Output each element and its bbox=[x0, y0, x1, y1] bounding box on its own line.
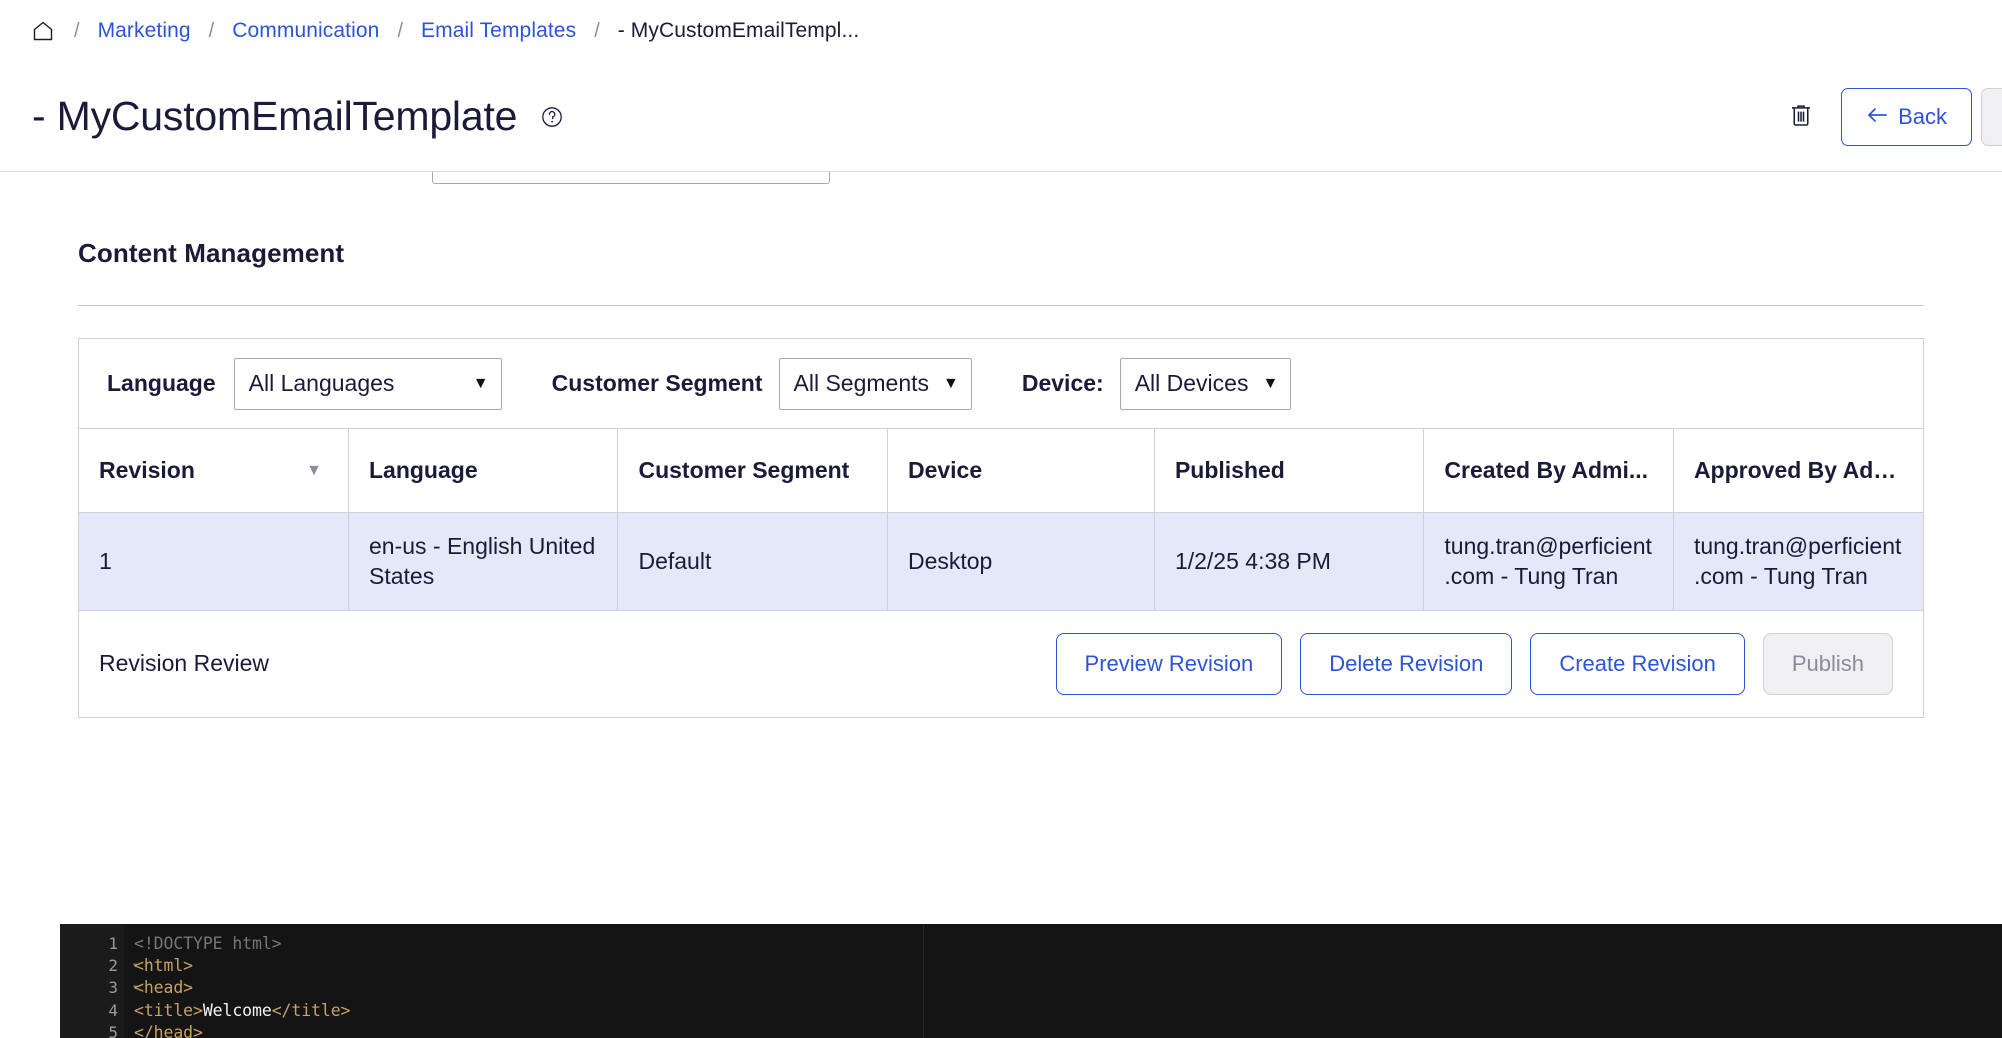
delete-button[interactable] bbox=[1781, 97, 1821, 137]
editor-code-line[interactable]: <!DOCTYPE html> bbox=[134, 932, 923, 954]
back-button-label: Back bbox=[1898, 103, 1947, 129]
delete-revision-button[interactable]: Delete Revision bbox=[1300, 632, 1513, 695]
customer-segment-select[interactable]: All Segments ▼ bbox=[778, 357, 972, 410]
revisions-panel: Language All Languages ▼ Customer Segmen… bbox=[78, 338, 1924, 718]
breadcrumb-separator-1: / bbox=[208, 19, 215, 42]
column-header-published[interactable]: Published bbox=[1154, 429, 1425, 513]
column-header-language[interactable]: Language bbox=[348, 429, 619, 513]
cell-approved-by: tung.tran@perficient.com - Tung Tran bbox=[1673, 512, 1923, 611]
device-select[interactable]: All Devices ▼ bbox=[1119, 357, 1292, 410]
revisions-table: Revision ▼ Language Customer Segment Dev… bbox=[79, 429, 1923, 611]
question-circle-icon[interactable] bbox=[539, 104, 565, 130]
header-actions: Back S bbox=[1781, 87, 2002, 146]
editor-line-number: 5 bbox=[108, 1023, 118, 1038]
language-select[interactable]: All Languages ▼ bbox=[233, 357, 502, 410]
chevron-down-icon: ▼ bbox=[472, 374, 489, 392]
editor-code-line[interactable]: <html> bbox=[134, 954, 923, 976]
code-token-tag: </title> bbox=[271, 1000, 351, 1020]
cell-customer-segment: Default bbox=[617, 512, 888, 611]
code-token-text: Welcome bbox=[202, 1000, 272, 1020]
code-token-tag: </head> bbox=[134, 1023, 203, 1038]
revision-review-bar: Revision Review Preview Revision Delete … bbox=[79, 610, 1923, 718]
editor-code-line[interactable]: </head> bbox=[134, 1022, 923, 1038]
language-select-value: All Languages bbox=[248, 370, 395, 396]
customer-segment-select-value: All Segments bbox=[793, 370, 930, 396]
code-token-tag: <title> bbox=[134, 1000, 203, 1020]
editor-code-line[interactable]: <head> bbox=[134, 977, 923, 999]
table-header-row: Revision ▼ Language Customer Segment Dev… bbox=[79, 429, 1923, 513]
cell-created-by: tung.tran@perficient.com - Tung Tran bbox=[1423, 512, 1674, 611]
table-row[interactable]: 1 en-us - English United States Default … bbox=[79, 512, 1923, 611]
breadcrumb-separator-3: / bbox=[594, 19, 600, 42]
breadcrumb-item-current: - MyCustomEmailTempl... bbox=[617, 19, 860, 42]
cell-revision: 1 bbox=[79, 512, 349, 611]
chevron-down-icon: ▼ bbox=[1262, 374, 1279, 392]
back-button[interactable]: Back bbox=[1841, 87, 1972, 146]
breadcrumb: / Marketing / Communication / Email Temp… bbox=[0, 0, 2002, 62]
code-editor[interactable]: 12▾3▾456▾789101112 <!DOCTYPE html><html>… bbox=[60, 924, 2002, 1038]
editor-line-number-gutter: 12▾3▾456▾789101112 bbox=[60, 924, 138, 1038]
editor-line-number: 2 ▾ bbox=[108, 956, 138, 976]
arrow-left-icon bbox=[1866, 104, 1888, 130]
code-token-tag: <head> bbox=[134, 978, 194, 998]
column-header-customer-segment[interactable]: Customer Segment bbox=[617, 429, 888, 513]
breadcrumb-item-communication[interactable]: Communication bbox=[232, 19, 379, 43]
breadcrumb-separator-2: / bbox=[397, 19, 403, 42]
breadcrumb-item-email-templates[interactable]: Email Templates bbox=[421, 19, 576, 43]
home-icon[interactable] bbox=[30, 18, 56, 44]
sort-descending-caret-icon: ▼ bbox=[306, 461, 322, 479]
chevron-down-icon: ▼ bbox=[943, 374, 959, 392]
save-button[interactable]: S bbox=[1981, 87, 2002, 146]
code-token-tag: <html> bbox=[134, 956, 194, 976]
column-header-revision[interactable]: Revision ▼ bbox=[79, 429, 349, 513]
page-header: - MyCustomEmailTemplate Back bbox=[0, 62, 2002, 172]
editor-line-number: 1 bbox=[108, 933, 118, 953]
column-header-approved-by[interactable]: Approved By Adm... bbox=[1673, 429, 1923, 513]
editor-line-number: 4 bbox=[108, 1000, 118, 1020]
section-title: Content Management bbox=[78, 238, 345, 268]
column-header-created-by[interactable]: Created By Admi... bbox=[1423, 429, 1674, 513]
column-header-device[interactable]: Device bbox=[887, 429, 1155, 513]
segment-filter-label: Customer Segment bbox=[551, 370, 763, 396]
device-select-value: All Devices bbox=[1134, 370, 1249, 396]
create-revision-button[interactable]: Create Revision bbox=[1530, 632, 1745, 695]
breadcrumb-item-marketing[interactable]: Marketing bbox=[98, 19, 191, 43]
revision-review-label: Revision Review bbox=[99, 650, 270, 677]
editor-main-pane[interactable]: 12▾3▾456▾789101112 <!DOCTYPE html><html>… bbox=[60, 924, 924, 1038]
editor-right-empty-pane bbox=[924, 924, 2002, 1038]
preview-revision-button[interactable]: Preview Revision bbox=[1055, 632, 1283, 695]
editor-line-number: 3 ▾ bbox=[108, 978, 138, 998]
page-title: - MyCustomEmailTemplate bbox=[32, 93, 518, 139]
column-header-revision-label: Revision bbox=[99, 457, 195, 483]
cell-published: 1/2/25 4:38 PM bbox=[1154, 512, 1425, 611]
cell-language: en-us - English United States bbox=[348, 512, 619, 611]
editor-code-line[interactable]: <title> Welcome </title> bbox=[134, 999, 923, 1021]
content-scroll-area: Content Management Language All Language… bbox=[0, 172, 2002, 1038]
cell-device: Desktop bbox=[887, 512, 1155, 611]
revision-review-actions: Preview Revision Delete Revision Create … bbox=[1055, 632, 1893, 695]
trash-icon bbox=[1786, 100, 1816, 133]
language-filter-label: Language bbox=[107, 370, 216, 396]
code-token-comment: <!DOCTYPE html> bbox=[134, 933, 282, 953]
publish-button[interactable]: Publish bbox=[1762, 632, 1893, 695]
breadcrumb-separator-0: / bbox=[74, 19, 80, 42]
content-management-section: Content Management Language All Language… bbox=[0, 172, 2002, 718]
device-filter-label: Device: bbox=[1021, 370, 1104, 396]
section-divider bbox=[78, 305, 1924, 306]
editor-code-area[interactable]: <!DOCTYPE html> <html> <head> <title> Welcom… bbox=[124, 924, 923, 1038]
filter-row: Language All Languages ▼ Customer Segmen… bbox=[79, 339, 1923, 429]
